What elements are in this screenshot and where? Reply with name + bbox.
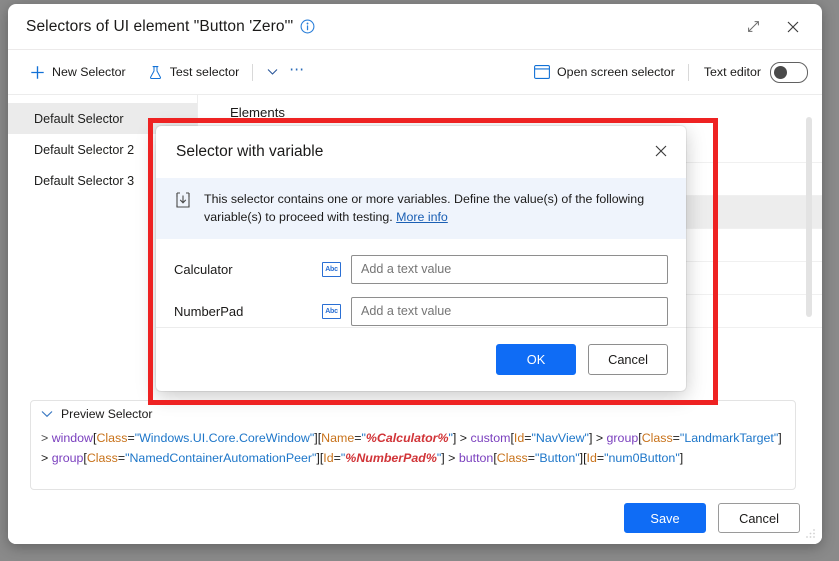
dialog-info-banner: This selector contains one or more varia… [156, 178, 686, 239]
selector-token-attr: Id [323, 450, 334, 465]
cancel-button[interactable]: Cancel [718, 503, 800, 533]
selector-token-brk: ] > [588, 431, 607, 445]
dialog-footer: OK Cancel [156, 327, 686, 391]
selector-token-attr: Class [86, 450, 118, 465]
toolbar-right-group: Open screen selector Text editor [528, 58, 808, 86]
open-screen-selector-button[interactable]: Open screen selector [528, 58, 681, 86]
window-footer: Save Cancel [8, 492, 822, 544]
flask-icon [148, 65, 163, 80]
calculator-value-input[interactable] [351, 254, 668, 284]
save-button[interactable]: Save [624, 503, 706, 533]
toggle-knob [774, 65, 787, 79]
preview-selector-title: Preview Selector [61, 407, 153, 421]
selector-token-brk: ][ [579, 450, 587, 465]
toolbar: New Selector Test selector ⋯ Open screen… [8, 50, 822, 95]
selector-token-brk: = [127, 431, 135, 445]
selector-token-val: "Button" [535, 450, 580, 465]
new-selector-label: New Selector [52, 65, 126, 79]
selector-token-attr: Id [586, 450, 597, 465]
selector-token-attr: Class [496, 450, 528, 465]
selector-token-attr: Class [96, 431, 128, 445]
selector-token-brk: = [672, 431, 680, 445]
selector-token-attr: Class [641, 431, 673, 445]
numberpad-value-input[interactable] [351, 296, 668, 326]
page-title: Selectors of UI element "Button 'Zero'" [26, 17, 294, 35]
chevron-down-icon [41, 410, 53, 418]
abc-text-icon[interactable]: Abc [322, 261, 341, 277]
close-button[interactable] [774, 12, 812, 42]
preview-selector-code: > window[Class="Windows.UI.Core.CoreWind… [31, 427, 795, 468]
elements-scrollbar[interactable] [806, 117, 812, 317]
plus-icon [30, 65, 45, 80]
resize-grip-icon[interactable] [804, 527, 816, 539]
selector-token-val: "LandmarkTarget" [679, 431, 779, 445]
selector-token-val: "NavView" [531, 431, 589, 445]
toolbar-overflow-button[interactable]: ⋯ [284, 59, 310, 85]
dialog-cancel-button[interactable]: Cancel [588, 344, 668, 375]
selector-token-tag: group [606, 431, 639, 445]
toolbar-divider-2 [687, 63, 689, 81]
preview-selector-header[interactable]: Preview Selector [31, 401, 795, 427]
selector-token-brk: = [527, 450, 535, 465]
selector-list-item-label: Default Selector 2 [34, 142, 135, 157]
dialog-ok-button[interactable]: OK [496, 344, 576, 375]
test-selector-dropdown[interactable] [260, 59, 284, 85]
selector-token-attr: Id [513, 431, 525, 445]
selector-token-var: %NumberPad% [345, 450, 437, 465]
new-selector-button[interactable]: New Selector [24, 58, 132, 86]
more-info-link[interactable]: More info [396, 210, 448, 224]
selector-list-item-label: Default Selector 3 [34, 173, 135, 188]
ellipsis-icon: ⋯ [289, 60, 306, 78]
text-editor-toggle[interactable] [770, 61, 808, 83]
text-editor-label: Text editor [703, 65, 761, 79]
selector-token-brk: = [333, 450, 341, 465]
restore-button[interactable] [734, 12, 772, 42]
preview-selector-panel: Preview Selector > window[Class="Windows… [30, 400, 796, 490]
test-selector-button[interactable]: Test selector [142, 58, 246, 86]
chevron-down-icon [267, 69, 278, 75]
variable-row-numberpad: NumberPad Abc [174, 295, 668, 327]
selector-token-tag: custom [470, 431, 511, 445]
dialog-banner-text: This selector contains one or more varia… [204, 190, 668, 226]
window-titlebar: Selectors of UI element "Button 'Zero'" [8, 4, 822, 50]
selector-with-variable-dialog: Selector with variable This selector con… [156, 126, 686, 391]
selector-token-brk: ] [679, 450, 684, 465]
selector-token-arrow: > [41, 431, 52, 445]
screen-root: Selectors of UI element "Button 'Zero'" [0, 0, 839, 561]
titlebar-actions [734, 4, 812, 49]
selector-token-val: "Windows.UI.Core.CoreWindow" [134, 431, 315, 445]
window-icon [534, 65, 550, 79]
selector-token-brk: ] > [441, 450, 459, 465]
dialog-header: Selector with variable [156, 126, 686, 178]
variable-label: NumberPad [174, 303, 244, 319]
selector-token-tag: group [51, 450, 84, 465]
variable-label: Calculator [174, 261, 233, 277]
toolbar-divider [252, 63, 254, 81]
info-icon[interactable] [300, 19, 315, 34]
selector-token-brk: = [117, 450, 126, 465]
selector-token-var: %Calculator% [365, 431, 449, 445]
selector-token-tag: window [51, 431, 94, 445]
selector-token-val: "num0Button" [604, 450, 680, 465]
selector-list-item-label: Default Selector [34, 111, 124, 126]
selector-token-attr: Name [321, 431, 355, 445]
dialog-close-button[interactable] [646, 137, 676, 165]
abc-text-icon[interactable]: Abc [322, 303, 341, 319]
selector-token-tag: button [458, 450, 494, 465]
elements-heading: Elements [230, 105, 285, 120]
variable-row-calculator: Calculator Abc [174, 253, 668, 285]
save-download-icon [174, 191, 192, 209]
dialog-title: Selector with variable [176, 143, 324, 160]
open-screen-selector-label: Open screen selector [557, 65, 675, 79]
text-editor-toggle-group: Text editor [696, 61, 808, 83]
selector-token-brk: ] > [452, 431, 471, 445]
selector-token-val: "NamedContainerAutomationPeer" [125, 450, 317, 465]
dialog-variable-rows: Calculator Abc NumberPad Abc [156, 239, 686, 327]
test-selector-label: Test selector [169, 65, 240, 79]
